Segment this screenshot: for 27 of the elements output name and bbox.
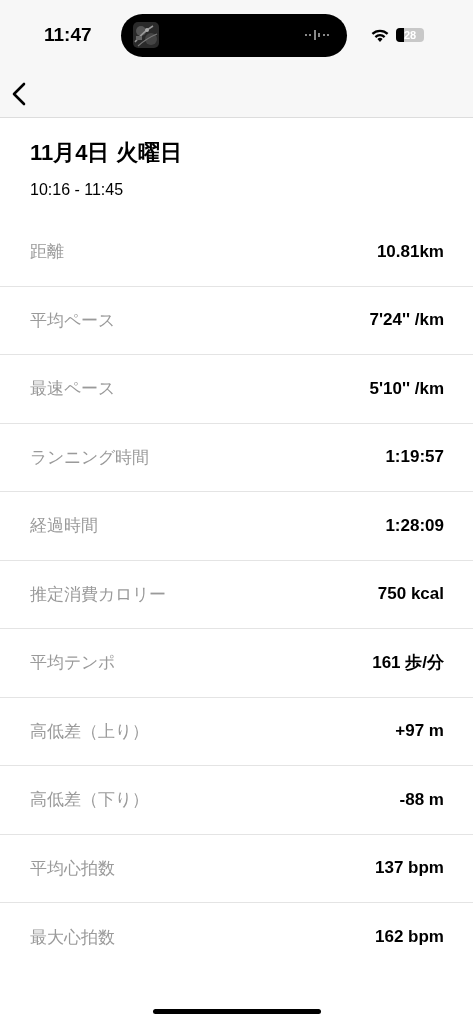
stat-value: 1:28:09 bbox=[385, 515, 444, 536]
stat-label: 高低差（上り） bbox=[30, 720, 149, 743]
stat-label: 距離 bbox=[30, 241, 64, 264]
stat-value: 10.81km bbox=[376, 241, 444, 262]
stat-label: 平均テンポ bbox=[30, 652, 115, 675]
stat-value: 137 bpm bbox=[375, 858, 444, 879]
date-title: 11月4日 火曜日 bbox=[30, 139, 183, 167]
stat-label: 最大心拍数 bbox=[30, 926, 115, 949]
stat-label: 推定消費カロリー bbox=[30, 583, 166, 606]
stat-label: ランニング時間 bbox=[30, 446, 149, 469]
status-time: 11:47 bbox=[44, 24, 93, 46]
stat-label: 平均ペース bbox=[30, 309, 115, 332]
stat-value: 162 bpm bbox=[375, 927, 444, 948]
stat-value: 161 歩/分 bbox=[372, 652, 444, 675]
stat-value: +97 m bbox=[395, 721, 444, 742]
stat-value: 750 kcal bbox=[377, 584, 444, 605]
stat-label: 平均心拍数 bbox=[30, 857, 115, 880]
wifi-icon bbox=[371, 28, 389, 42]
stat-value: 7'24'' /km bbox=[369, 310, 444, 331]
stat-value: 1:19:57 bbox=[385, 447, 444, 468]
stat-value: 5'10'' /km bbox=[369, 378, 444, 399]
time-range: 10:16 - 11:45 bbox=[30, 180, 125, 200]
stat-label: 最速ペース bbox=[30, 378, 115, 401]
stat-label: 高低差（下り） bbox=[30, 789, 149, 812]
stat-value: -88 m bbox=[399, 789, 444, 810]
waveform-icon bbox=[305, 29, 329, 41]
stat-label: 経過時間 bbox=[30, 515, 98, 538]
